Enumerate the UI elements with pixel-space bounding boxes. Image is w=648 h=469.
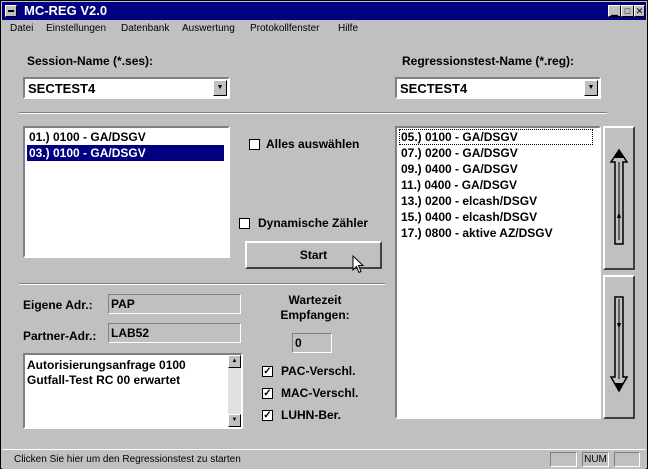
pac-checkbox[interactable]: ✓ [262,366,273,377]
wait-label-line2: Empfangen: [280,308,350,322]
status-panel [614,452,640,467]
select-all-label: Alles auswählen [266,137,360,151]
chevron-down-icon[interactable]: ▼ [584,80,598,96]
own-addr-label: Eigene Adr.: [23,298,93,312]
main-window: MC-REG V2.0 ▁ □ ✕ Datei Einstellungen Da… [0,0,648,469]
chevron-down-icon[interactable]: ▼ [213,80,227,96]
partner-addr-field[interactable]: LAB52 [108,323,241,343]
mouse-cursor-icon [352,255,365,274]
num-lock-indicator: NUM [582,452,609,467]
maximize-icon[interactable]: □ [621,5,634,17]
mac-label: MAC-Verschl. [281,386,359,400]
selected-tests-list[interactable]: 01.) 0100 - GA/DSGV 03.) 0100 - GA/DSGV [23,126,230,258]
menu-protokollfenster[interactable]: Protokollfenster [250,22,319,36]
menu-bar: Datei Einstellungen Datenbank Auswertung… [2,21,646,38]
session-name-label: Session-Name (*.ses): [27,54,154,68]
list-item[interactable]: 07.) 0200 - GA/DSGV [399,145,518,161]
menu-einstellungen[interactable]: Einstellungen [46,22,106,36]
separator [19,283,385,285]
separator [19,112,607,114]
scroll-down-icon[interactable]: ▼ [228,414,241,427]
regtest-name-combo[interactable]: SECTEST4 ▼ [395,77,601,99]
list-item-selected[interactable]: 03.) 0100 - GA/DSGV [27,145,224,161]
dynamic-counter-checkbox[interactable] [239,218,250,229]
available-tests-list[interactable]: 05.) 0100 - GA/DSGV 07.) 0200 - GA/DSGV … [395,126,601,419]
system-menu-icon[interactable] [5,5,17,17]
list-item[interactable]: 01.) 0100 - GA/DSGV [27,129,146,145]
message-memo[interactable]: Autorisierungsanfrage 0100 Gutfall-Test … [23,353,243,429]
list-item[interactable]: 17.) 0800 - aktive AZ/DSGV [399,225,553,241]
move-down-button[interactable] [603,275,635,419]
list-item[interactable]: 09.) 0400 - GA/DSGV [399,161,518,177]
list-item[interactable]: 15.) 0400 - elcash/DSGV [399,209,537,225]
list-item[interactable]: 05.) 0100 - GA/DSGV [399,129,518,145]
menu-auswertung[interactable]: Auswertung [182,22,235,36]
move-up-button[interactable] [603,126,635,270]
session-name-combo[interactable]: SECTEST4 ▼ [23,77,230,99]
list-item[interactable]: 13.) 0200 - elcash/DSGV [399,193,537,209]
arrow-up-icon [609,148,629,245]
title-bar[interactable]: MC-REG V2.0 ▁ □ ✕ [2,2,646,20]
regtest-name-value: SECTEST4 [400,81,468,96]
own-addr-field[interactable]: PAP [108,294,241,314]
message-line2: Gutfall-Test RC 00 erwartet [27,373,181,387]
window-title: MC-REG V2.0 [24,3,108,18]
session-name-value: SECTEST4 [28,81,96,96]
regtest-name-label: Regressionstest-Name (*.reg): [402,54,575,68]
luhn-checkbox[interactable]: ✓ [262,410,273,421]
luhn-label: LUHN-Ber. [281,408,342,422]
status-panel [550,452,577,467]
close-icon[interactable]: ✕ [634,5,645,17]
message-line1: Autorisierungsanfrage 0100 [27,358,186,372]
mac-checkbox[interactable]: ✓ [262,388,273,399]
menu-datenbank[interactable]: Datenbank [121,22,169,36]
dynamic-counter-label: Dynamische Zähler [258,216,369,230]
scroll-up-icon[interactable]: ▲ [228,355,241,368]
menu-datei[interactable]: Datei [10,22,33,36]
menu-hilfe[interactable]: Hilfe [338,22,358,36]
status-text: Clicken Sie hier um den Regressionstest … [14,454,241,465]
minimize-icon[interactable]: ▁ [608,5,621,17]
memo-scrollbar[interactable]: ▲ ▼ [228,355,241,427]
arrow-down-icon [609,296,629,393]
list-item[interactable]: 11.) 0400 - GA/DSGV [399,177,517,193]
partner-addr-label: Partner-Adr.: [23,329,97,343]
wait-value-field[interactable]: 0 [292,333,332,353]
status-bar: Clicken Sie hier um den Regressionstest … [2,449,646,469]
wait-label-line1: Wartezeit [288,293,342,307]
pac-label: PAC-Verschl. [281,364,356,378]
select-all-checkbox[interactable] [249,139,260,150]
